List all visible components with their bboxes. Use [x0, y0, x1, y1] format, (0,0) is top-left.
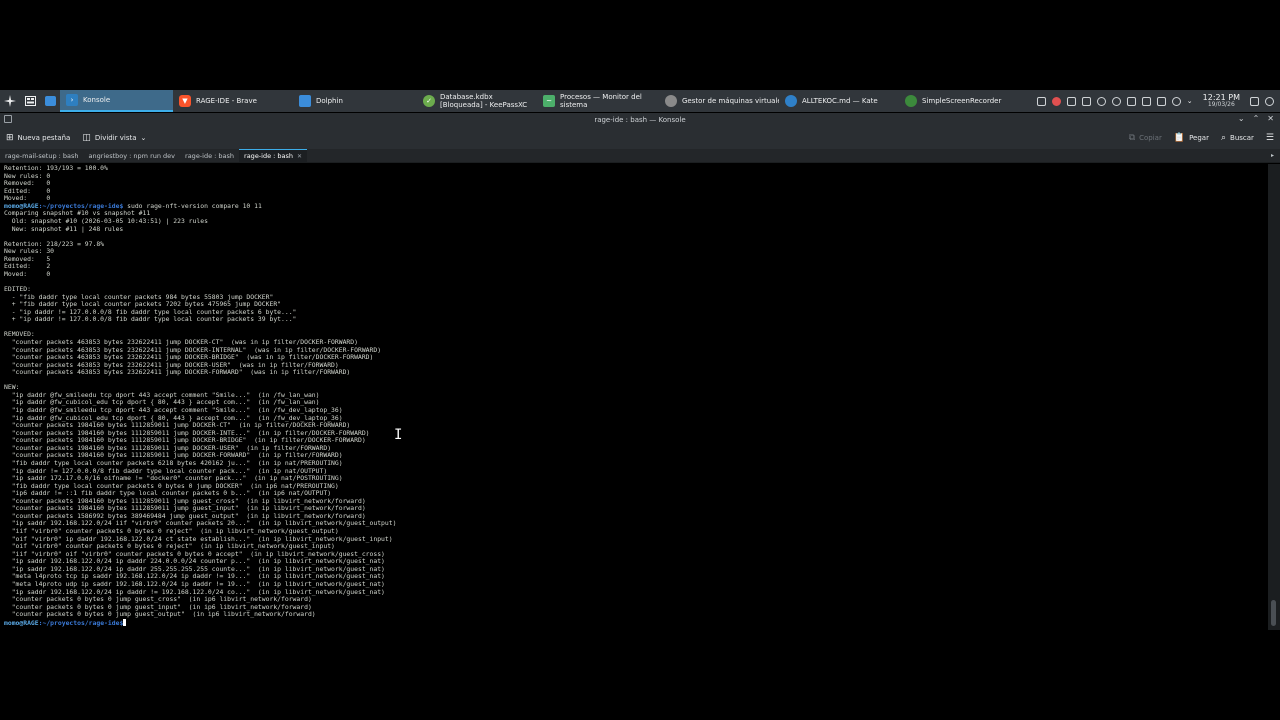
hamburger-menu-icon: ☰	[1265, 132, 1274, 143]
files-pinned-icon[interactable]	[40, 90, 60, 112]
tab-rage-mail-setup[interactable]: rage-mail-setup : bash	[0, 149, 84, 162]
new-tab-icon: ⊞	[6, 132, 14, 143]
terminal-line: "counter packets 0 bytes 0 jump guest_ou…	[4, 610, 316, 619]
dolphin-icon	[299, 95, 311, 107]
clock-date: 19/03/26	[1207, 101, 1235, 108]
terminal-line: New: snapshot #11 | 248 rules	[4, 224, 124, 233]
task-keepassxc[interactable]: ✓ Database.kdbx [Bloqueada] - KeePassXC	[417, 90, 537, 112]
mouse-ibeam-cursor: I	[394, 427, 403, 443]
overview-icon[interactable]	[20, 90, 40, 112]
recorder-tray-icon[interactable]	[1051, 96, 1061, 106]
terminal-line: Moved: 0	[4, 269, 51, 278]
copy-button[interactable]: ⧉ Copiar	[1123, 126, 1168, 149]
settings-tray-icon[interactable]	[1036, 96, 1046, 106]
tab-angriestboy[interactable]: angriestboy : npm run dev	[84, 149, 181, 162]
taskbar: › Konsole ▼ RAGE-IDE - Brave Dolphin ✓ D…	[0, 90, 1280, 112]
tab-label: rage-mail-setup : bash	[5, 151, 79, 160]
split-view-icon: ◫	[82, 132, 91, 143]
tab-bar: rage-mail-setup : bash angriestboy : npm…	[0, 149, 1280, 163]
paste-label: Pegar	[1189, 133, 1209, 142]
task-brave[interactable]: ▼ RAGE-IDE - Brave	[173, 90, 293, 112]
task-system-monitor[interactable]: ~ Procesos — Monitor del sistema	[537, 90, 659, 112]
battery-tray-icon[interactable]	[1126, 96, 1136, 106]
tab-label: angriestboy : npm run dev	[88, 151, 176, 160]
screen-recorder-icon	[905, 95, 917, 107]
scrollbar-thumb[interactable]	[1271, 600, 1276, 626]
task-label: Database.kdbx [Bloqueada] - KeePassXC	[440, 93, 528, 109]
keepassxc-icon: ✓	[423, 95, 435, 107]
copy-icon: ⧉	[1128, 132, 1136, 143]
window-titlebar[interactable]: rage-ide : bash — Konsole ⌄ ⌃ ✕	[0, 113, 1280, 126]
tab-label: rage-ide : bash	[185, 151, 235, 160]
konsole-icon: ›	[66, 94, 78, 106]
copy-label: Copiar	[1139, 133, 1162, 142]
paste-button[interactable]: 📋 Pegar	[1168, 126, 1215, 149]
task-label: ALLTEKOC.md — Kate	[802, 97, 878, 105]
minimize-icon[interactable]: ⌄	[1238, 114, 1245, 123]
prompt-path: :~/proyectos/rage-ide$	[38, 618, 124, 627]
system-tray: ⌄ 12:21 PM 19/03/26	[1036, 90, 1280, 112]
clock-time: 12:21 PM	[1202, 93, 1240, 102]
task-virt-manager[interactable]: Gestor de máquinas virtuales	[659, 90, 779, 112]
app-launcher-icon[interactable]	[0, 90, 20, 112]
power-icon[interactable]	[1265, 96, 1274, 106]
search-button[interactable]: ⌕ Buscar	[1215, 126, 1260, 149]
tab-label: rage-ide : bash	[244, 152, 294, 160]
bluetooth-tray-icon[interactable]	[1141, 96, 1151, 106]
tab-rage-ide-2[interactable]: rage-ide : bash ✕	[239, 149, 308, 162]
task-label: SimpleScreenRecorder	[922, 97, 1002, 105]
search-label: Buscar	[1230, 133, 1254, 142]
clock[interactable]: 12:21 PM 19/03/26	[1199, 93, 1244, 109]
system-monitor-icon: ~	[543, 95, 555, 107]
konsole-toolbar: ⊞ Nueva pestaña ◫ Dividir vista ⌄ ⧉ Copi…	[0, 126, 1280, 149]
terminal-text: Retention: 193/193 = 100.0% New rules: 0…	[4, 164, 1268, 627]
task-label: Dolphin	[316, 97, 343, 105]
chevron-down-icon: ⌄	[140, 133, 147, 142]
virt-manager-icon	[665, 95, 677, 107]
split-view-button[interactable]: ◫ Dividir vista ⌄	[76, 126, 152, 149]
split-view-label: Dividir vista	[94, 133, 137, 142]
close-icon[interactable]: ✕	[1267, 114, 1274, 123]
task-label: Gestor de máquinas virtuales	[682, 97, 779, 105]
brave-icon: ▼	[179, 95, 191, 107]
tab-rage-ide-1[interactable]: rage-ide : bash	[180, 149, 239, 162]
updates-tray-icon[interactable]	[1096, 96, 1106, 106]
terminal-line: "counter packets 463853 bytes 232622411 …	[4, 368, 351, 377]
tab-list-menu-icon[interactable]: ▸	[1271, 149, 1280, 162]
paste-icon: 📋	[1173, 132, 1186, 143]
window-menu-icon[interactable]	[4, 115, 12, 123]
show-desktop-icon[interactable]	[1250, 96, 1259, 106]
task-screen-recorder[interactable]: SimpleScreenRecorder	[899, 90, 1011, 112]
prompt-user: momo@RAGE	[4, 618, 39, 627]
volume-tray-icon[interactable]	[1171, 96, 1181, 106]
kate-icon	[785, 95, 797, 107]
chevron-down-icon[interactable]: ⌄	[1187, 97, 1193, 105]
new-tab-label: Nueva pestaña	[17, 133, 71, 142]
terminal-scrollbar[interactable]	[1268, 164, 1280, 630]
task-konsole[interactable]: › Konsole	[60, 90, 173, 112]
task-dolphin[interactable]: Dolphin	[293, 90, 417, 112]
notes-tray-icon[interactable]	[1081, 96, 1091, 106]
task-label: Procesos — Monitor del sistema	[560, 93, 642, 109]
vpn-tray-icon[interactable]	[1111, 96, 1121, 106]
terminal-line: + "ip daddr != 127.0.0.0/8 fib daddr typ…	[4, 315, 297, 324]
close-tab-icon[interactable]: ✕	[297, 153, 302, 160]
terminal-output[interactable]: Retention: 193/193 = 100.0% New rules: 0…	[0, 164, 1268, 630]
new-tab-button[interactable]: ⊞ Nueva pestaña	[0, 126, 76, 149]
search-icon: ⌕	[1220, 132, 1227, 143]
terminal-cursor	[123, 618, 127, 626]
clipboard-tray-icon[interactable]	[1066, 96, 1076, 106]
hamburger-menu-button[interactable]: ☰	[1260, 126, 1280, 149]
task-label: Konsole	[83, 96, 111, 104]
maximize-icon[interactable]: ⌃	[1253, 114, 1260, 123]
task-kate[interactable]: ALLTEKOC.md — Kate	[779, 90, 899, 112]
window-title: rage-ide : bash — Konsole	[594, 115, 686, 124]
network-tray-icon[interactable]	[1156, 96, 1166, 106]
task-label: RAGE-IDE - Brave	[196, 97, 257, 105]
